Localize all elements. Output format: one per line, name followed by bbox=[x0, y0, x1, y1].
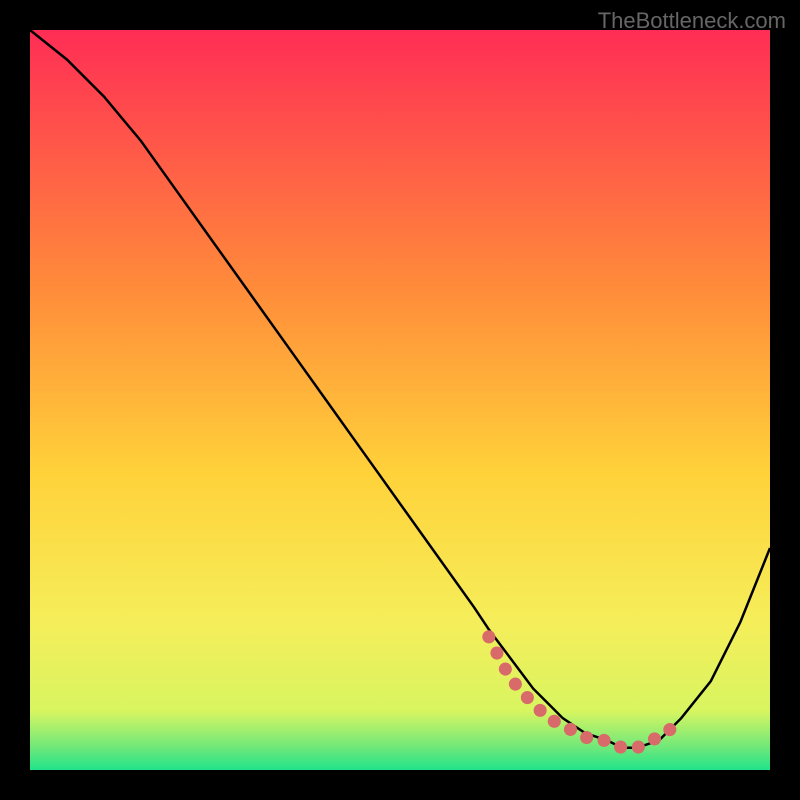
watermark-text: TheBottleneck.com bbox=[598, 8, 786, 34]
plot-area bbox=[30, 30, 770, 770]
chart-container: TheBottleneck.com bbox=[0, 0, 800, 800]
chart-svg bbox=[30, 30, 770, 770]
